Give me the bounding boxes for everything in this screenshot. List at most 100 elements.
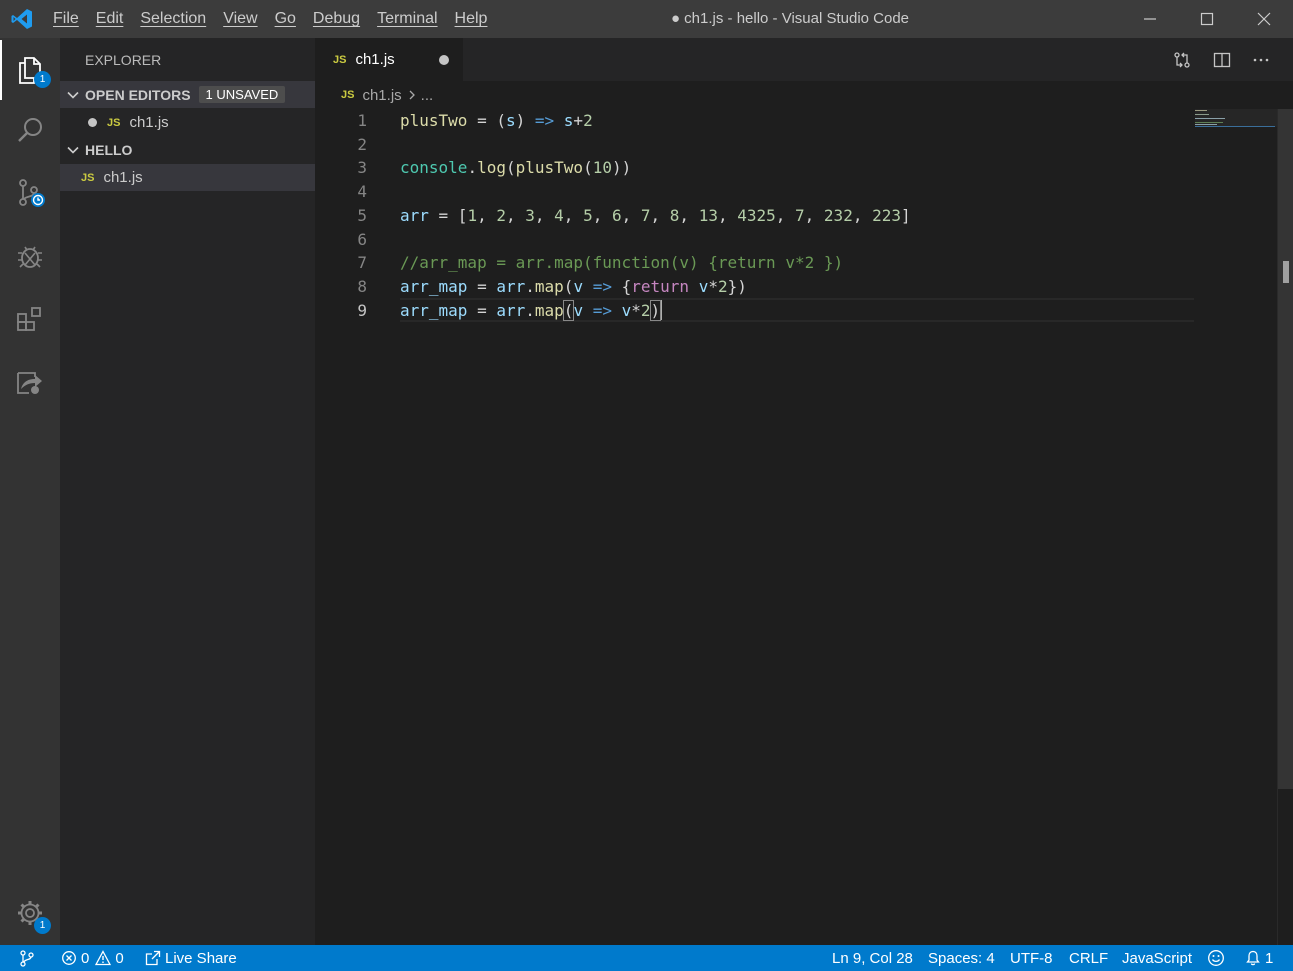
tab-label: ch1.js [355,51,395,68]
menu-file[interactable]: File [44,10,87,28]
cursor-position-marker [1283,261,1289,283]
scrollbar-thumb[interactable] [1278,109,1293,789]
cursor-position[interactable]: Ln 9, Col 28 [832,945,913,971]
folder-header-hello[interactable]: HELLO [60,136,315,163]
code-line: 2 [315,133,1277,157]
code-text: arr_map = arr.map(v => {return v*2}) [400,277,747,296]
unsaved-badge: 1 UNSAVED [198,86,286,103]
code-editor[interactable]: 1 plusTwo = (s) => s+2 2 3 console.log(p… [315,109,1277,945]
open-changes-button[interactable] [1162,38,1202,81]
code-line: 9 arr_map = arr.map(v => v*2) [315,299,1277,323]
code-text: plusTwo = (s) => s+2 [400,111,593,130]
live-share-label: Live Share [165,949,237,967]
code-line: 4 [315,180,1277,204]
live-share-status[interactable]: Live Share [145,945,237,971]
remote-indicator[interactable] [18,945,36,971]
activity-search[interactable] [0,100,60,160]
line-number-current: 9 [357,301,367,320]
compare-changes-icon [1174,51,1190,68]
vscode-logo-icon [11,9,32,29]
maximize-icon [1200,12,1214,26]
problems-indicator[interactable]: 0 0 [61,945,124,971]
line-number: 6 [357,230,367,249]
breadcrumb-file[interactable]: ch1.js [362,87,401,104]
activity-debug[interactable] [0,226,60,286]
activity-source-control[interactable] [0,163,60,223]
live-share-icon [17,372,42,394]
indentation[interactable]: Spaces: 4 [928,945,995,971]
minimap[interactable] [1195,109,1277,945]
open-editors-label: OPEN EDITORS [85,86,191,103]
language-mode[interactable]: JavaScript [1122,945,1192,971]
encoding[interactable]: UTF-8 [1010,945,1053,971]
line-number: 5 [357,206,367,225]
close-icon [1257,12,1271,26]
vertical-scrollbar[interactable] [1277,109,1293,945]
minimap-preview [1195,109,1277,127]
menu-view[interactable]: View [214,10,265,28]
menu-terminal[interactable]: Terminal [368,10,445,28]
breadcrumb-symbol[interactable]: ... [421,87,434,104]
chevron-down-icon [61,143,85,157]
search-icon [18,118,42,142]
folder-filename: ch1.js [103,169,143,186]
status-bar: 0 0 Live Share Ln 9, Col 28 Spaces: 4 UT… [0,945,1293,971]
line-number: 8 [357,277,367,296]
code-line: 8 arr_map = arr.map(v => {return v*2}) [315,275,1277,299]
warning-icon [95,950,112,966]
tab-ch1-js[interactable]: JS ch1.js [315,38,463,81]
chevron-down-icon [61,88,85,102]
activity-settings[interactable]: 1 [0,883,60,943]
open-editors-header[interactable]: OPEN EDITORS 1 UNSAVED [60,81,315,108]
open-editor-filename: ch1.js [129,114,169,131]
breadcrumb: JS ch1.js ... [315,81,1293,109]
window-title: ● ch1.js - hello - Visual Studio Code [670,10,910,27]
line-number: 1 [357,111,367,130]
menu-selection[interactable]: Selection [131,10,214,28]
code-line: 7 //arr_map = arr.map(function(v) {retur… [315,251,1277,275]
live-share-icon [145,950,161,966]
line-number: 3 [357,158,367,177]
notifications-button[interactable]: 1 [1245,945,1273,971]
line-ending[interactable]: CRLF [1069,945,1108,971]
more-actions-button[interactable] [1241,38,1281,81]
notification-count: 1 [1265,949,1274,967]
code-text: console.log(plusTwo(10)) [400,158,632,177]
activity-bar: 1 1 [0,38,60,945]
split-editor-button[interactable] [1202,38,1242,81]
dirty-dot-icon [88,118,97,127]
activity-extensions[interactable] [0,289,60,349]
code-text: arr = [1, 2, 3, 4, 5, 6, 7, 8, 13, 4325,… [400,206,911,225]
line-number: 7 [357,253,367,272]
activity-live-share[interactable] [0,352,60,412]
menu-edit[interactable]: Edit [87,10,132,28]
code-line: 1 plusTwo = (s) => s+2 [315,109,1277,133]
menu-go[interactable]: Go [266,10,304,28]
split-editor-icon [1213,52,1231,67]
js-file-icon: JS [107,116,121,129]
minimize-button[interactable] [1122,0,1178,38]
open-editor-item[interactable]: JS ch1.js [60,109,315,136]
maximize-button[interactable] [1179,0,1235,38]
code-line: 3 console.log(plusTwo(10)) [315,156,1277,180]
menu-help[interactable]: Help [446,10,496,28]
minimize-icon [1144,18,1156,20]
close-button[interactable] [1236,0,1292,38]
source-control-icon [19,179,45,207]
bell-icon [1246,950,1260,966]
unsaved-dot-icon[interactable] [439,55,449,65]
extensions-icon [17,307,41,331]
ellipsis-icon [1253,58,1269,61]
smiley-icon [1208,950,1224,966]
line-number: 4 [357,182,367,201]
code-text: arr_map = arr.map(v => v*2) [400,300,663,321]
warning-count: 0 [115,949,124,967]
folder-label: HELLO [85,141,133,158]
activity-explorer[interactable]: 1 [0,40,60,100]
settings-badge: 1 [34,917,51,934]
error-icon [62,951,76,965]
menu-debug[interactable]: Debug [304,10,368,28]
feedback-button[interactable] [1207,945,1225,971]
folder-file-item[interactable]: JS ch1.js [60,164,315,191]
sidebar-title: EXPLORER [85,52,162,68]
